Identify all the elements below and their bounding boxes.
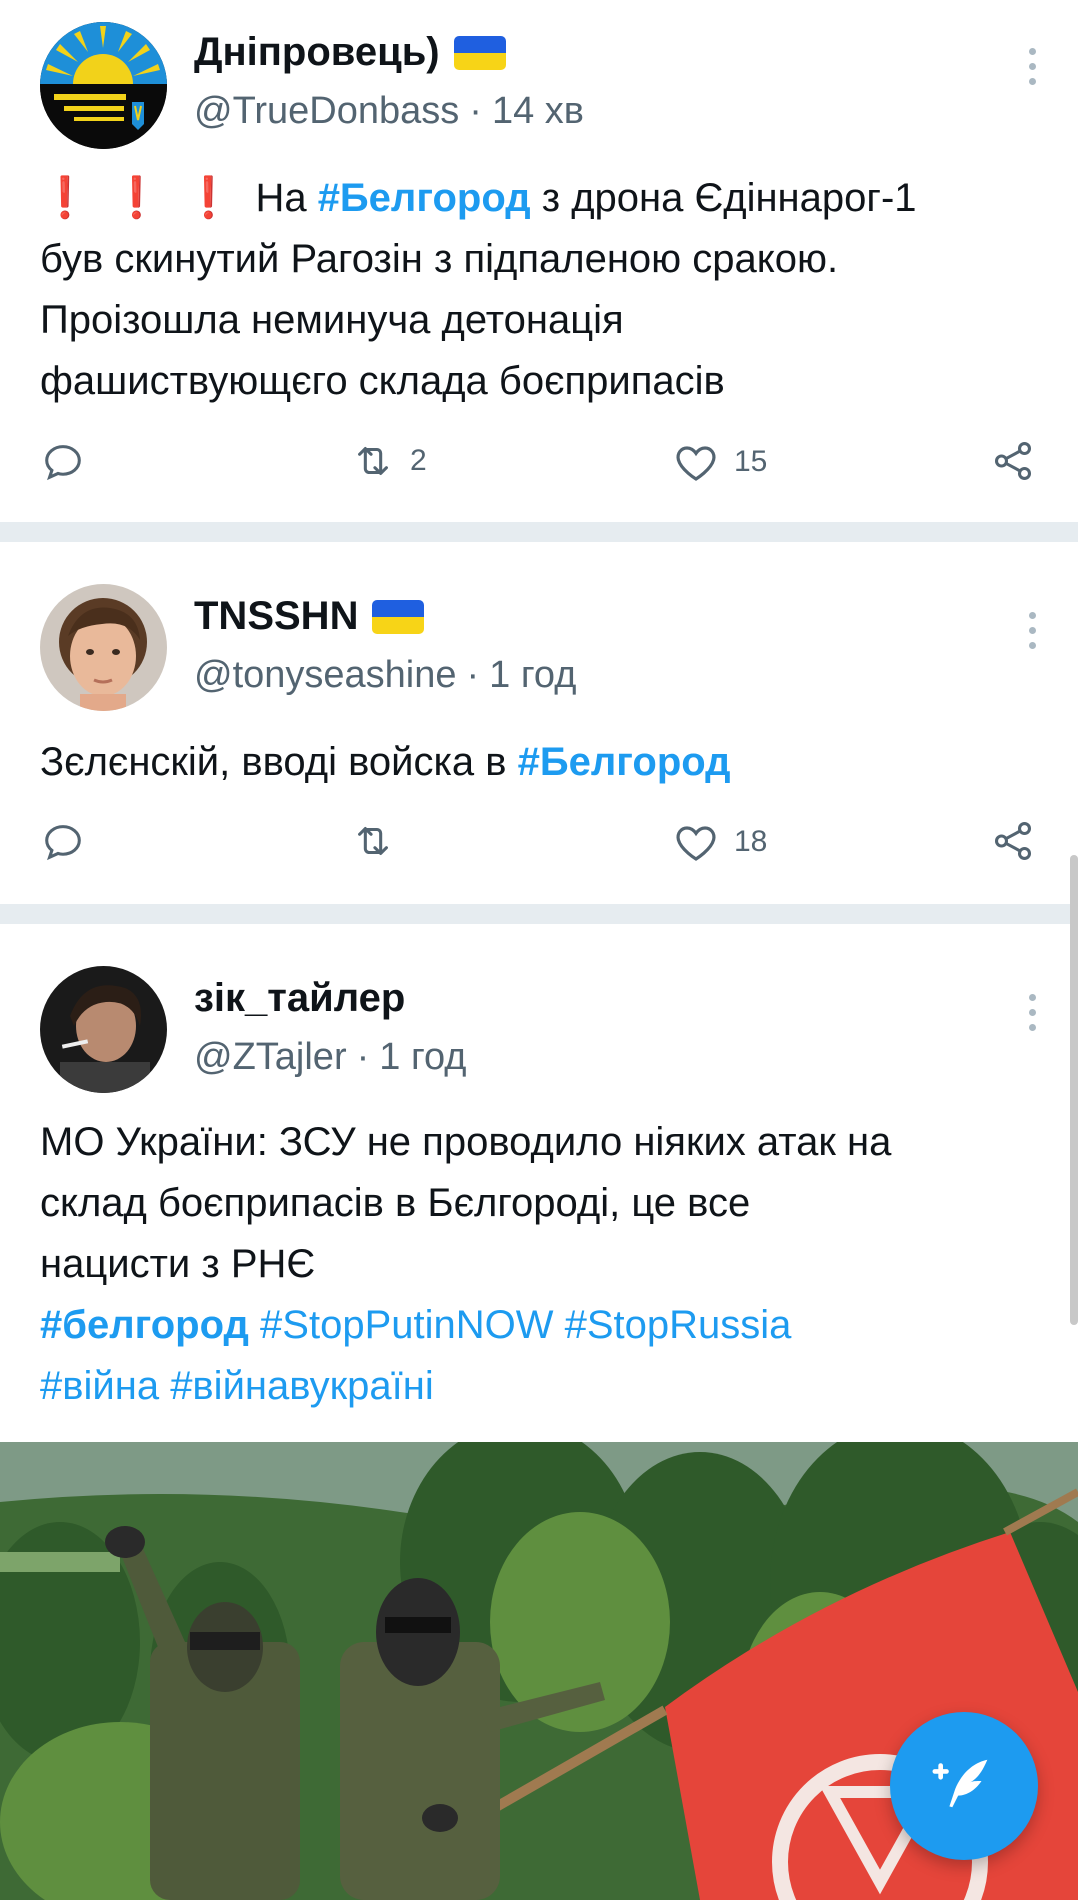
separator-dot: · xyxy=(469,90,482,132)
tweet-line: МО України: ЗСУ не проводило ніяких атак… xyxy=(40,1120,892,1164)
like-count: 18 xyxy=(734,825,768,858)
heart-icon xyxy=(676,446,716,481)
retweet-button[interactable] xyxy=(350,818,410,864)
display-name-text: зік_тайлер xyxy=(194,976,406,1020)
reply-button[interactable] xyxy=(40,818,86,864)
tweet-line: склад боєприпасів в Бєлгороді, це все xyxy=(40,1181,751,1225)
retweet-icon xyxy=(358,447,388,475)
tweet-card[interactable]: Дніпровець) @TrueDonbass · 14 хв ❗ ❗ ❗ На #Бе… xyxy=(0,0,1078,522)
hashtag-link[interactable]: #StopRussia xyxy=(565,1303,792,1347)
exclamation-emoji: ❗ xyxy=(111,176,162,220)
share-icon xyxy=(994,822,1032,860)
reply-icon xyxy=(45,825,81,861)
separator-dot: · xyxy=(356,1036,370,1078)
like-count: 15 xyxy=(734,445,768,478)
scrollbar[interactable] xyxy=(1070,855,1078,1325)
compose-tweet-button[interactable] xyxy=(890,1712,1038,1860)
retweet-button[interactable]: 2 xyxy=(350,438,427,484)
tweet-text: ❗ ❗ ❗ На #Белгород з дрона Єдіннарог-1 був … xyxy=(40,168,1048,412)
timestamp[interactable]: 1 год xyxy=(489,654,576,696)
tweet-line: #белгород #StopPutinNOW #StopRussia xyxy=(40,1295,1048,1356)
hashtag-link[interactable]: #Белгород xyxy=(318,176,531,220)
tweet-text: МО України: ЗСУ не проводило ніяких атак… xyxy=(40,1112,1048,1417)
avatar[interactable] xyxy=(40,22,167,149)
tweet-line: Проізошла неминуча детонація xyxy=(40,298,624,342)
display-name[interactable]: TNSSHN xyxy=(194,594,425,639)
retweet-icon xyxy=(358,827,388,855)
tweet-line: фашиствующєго склада боєприпасів xyxy=(40,359,725,403)
handle-time-line: @ZTajler · 1 год xyxy=(194,1036,466,1079)
tweet-separator xyxy=(0,904,1078,924)
tweet-card[interactable]: TNSSHN @tonyseashine · 1 год Зєлєнскій, вв… xyxy=(0,542,1078,904)
ukraine-flag-icon xyxy=(453,35,506,70)
tweet-separator xyxy=(0,522,1078,542)
tweet-line: #війна #війнавукраїні xyxy=(40,1356,1048,1417)
tweet-text: Зєлєнскій, вводі войска в #Белгород xyxy=(40,732,1048,793)
text-segment: На xyxy=(255,176,318,220)
hashtag-link[interactable]: #белгород xyxy=(40,1303,249,1347)
timestamp[interactable]: 14 хв xyxy=(492,90,584,132)
more-options-icon[interactable] xyxy=(1026,612,1038,649)
text-segment: Зєлєнскій, вводі войска в xyxy=(40,740,518,784)
separator-dot: · xyxy=(466,654,480,696)
avatar[interactable] xyxy=(40,966,167,1093)
share-button[interactable] xyxy=(990,818,1036,864)
like-button[interactable]: 15 xyxy=(672,438,767,486)
avatar[interactable] xyxy=(40,584,167,711)
exclamation-emoji: ❗ xyxy=(40,176,90,220)
tweet-line: ❗ ❗ ❗ На #Белгород з дрона Єдіннарог-1 xyxy=(40,168,1048,229)
avatar-photo xyxy=(40,966,167,1093)
timestamp[interactable]: 1 год xyxy=(379,1036,466,1078)
avatar-photo xyxy=(40,584,167,711)
like-button[interactable]: 18 xyxy=(672,818,767,866)
handle-time-line: @TrueDonbass · 14 хв xyxy=(194,90,584,133)
reply-icon xyxy=(45,445,81,481)
reply-button[interactable] xyxy=(40,438,86,484)
handle[interactable]: @TrueDonbass xyxy=(194,90,459,132)
display-name[interactable]: Дніпровець) xyxy=(194,30,506,75)
hashtag-link[interactable]: #Белгород xyxy=(518,740,731,784)
display-name-text: Дніпровець) xyxy=(194,30,440,74)
handle[interactable]: @tonyseashine xyxy=(194,654,457,696)
text-segment: з дрона Єдіннарог-1 xyxy=(530,176,917,220)
more-options-icon[interactable] xyxy=(1026,48,1038,85)
compose-tweet-icon xyxy=(932,1759,988,1808)
handle[interactable]: @ZTajler xyxy=(194,1036,347,1078)
hashtag-link[interactable]: #війна xyxy=(40,1364,159,1408)
more-options-icon[interactable] xyxy=(1026,994,1038,1031)
tweet-line: нацисти з РНЄ xyxy=(40,1242,316,1286)
exclamation-emoji: ❗ xyxy=(183,176,234,220)
tweet-actions: 18 xyxy=(0,818,1078,878)
retweet-count: 2 xyxy=(410,444,427,477)
display-name[interactable]: зік_тайлер xyxy=(194,976,405,1021)
heart-icon xyxy=(676,826,716,861)
share-button[interactable] xyxy=(990,438,1036,484)
ukraine-flag-icon xyxy=(372,599,425,634)
donbass-logo-icon xyxy=(40,22,167,149)
hashtag-link[interactable]: #війнавукраїні xyxy=(170,1364,434,1408)
display-name-text: TNSSHN xyxy=(194,594,359,638)
share-icon xyxy=(994,442,1032,480)
hashtag-link[interactable]: #StopPutinNOW xyxy=(260,1303,553,1347)
tweet-line: був скинутий Рагозін з підпаленою сракою… xyxy=(40,237,839,281)
tweet-actions: 2 15 xyxy=(0,438,1078,498)
handle-time-line: @tonyseashine · 1 год xyxy=(194,654,576,697)
